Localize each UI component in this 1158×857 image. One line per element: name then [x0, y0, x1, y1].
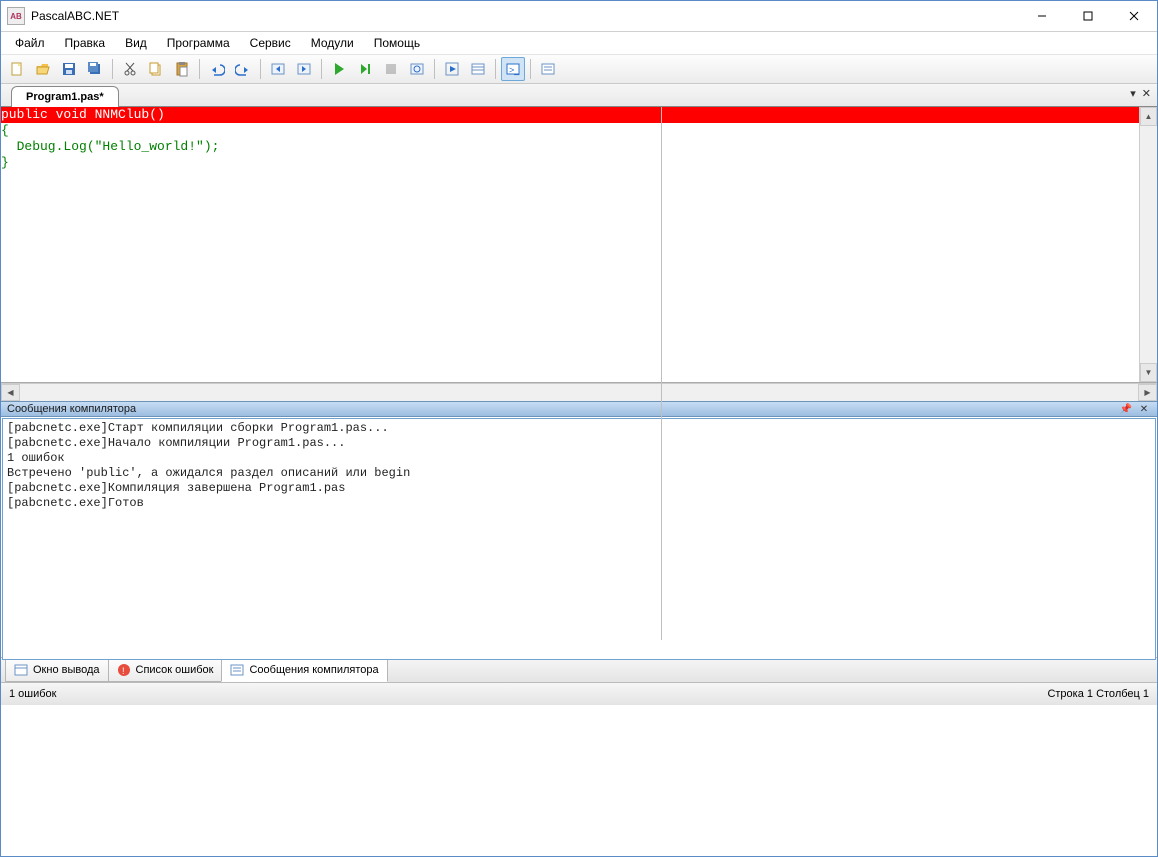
toolbar: >_ — [1, 55, 1157, 84]
compiler-line: Встречено 'public', а ожидался раздел оп… — [7, 466, 1151, 481]
output-tab[interactable]: Окно вывода — [5, 658, 109, 682]
save-icon[interactable] — [57, 57, 81, 81]
errors-tab-label: Список ошибок — [136, 664, 214, 676]
undo-icon[interactable] — [205, 57, 229, 81]
new-file-icon[interactable] — [5, 57, 29, 81]
editor-horizontal-scrollbar[interactable]: ◀ ▶ — [1, 383, 1157, 401]
bottom-tab-bar: Окно вывода ! Список ошибок Сообщения ко… — [1, 657, 1157, 682]
minimize-button[interactable] — [1019, 1, 1065, 31]
tab-close-icon[interactable]: ✕ — [1142, 87, 1151, 100]
compiler-tab-icon — [230, 663, 244, 677]
compiler-line: [pabcnetc.exe]Старт компиляции сборки Pr… — [7, 421, 1151, 436]
compiler-messages[interactable]: [pabcnetc.exe]Старт компиляции сборки Pr… — [2, 418, 1156, 660]
app-title: PascalABC.NET — [31, 9, 119, 23]
errors-tab[interactable]: ! Список ошибок — [108, 658, 223, 682]
menu-bar: Файл Правка Вид Программа Сервис Модули … — [1, 32, 1157, 55]
paste-icon[interactable] — [170, 57, 194, 81]
maximize-button[interactable] — [1065, 1, 1111, 31]
editor-region: public void NNMClub() { Debug.Log("Hello… — [1, 107, 1157, 657]
code-line-3: Debug.Log("Hello_world!"); — [1, 139, 1139, 155]
nav-back-icon[interactable] — [266, 57, 290, 81]
pin-icon[interactable]: 📌 — [1119, 402, 1133, 416]
svg-text:!: ! — [122, 666, 125, 676]
close-button[interactable] — [1111, 1, 1157, 31]
status-column: Столбец 1 — [1096, 688, 1149, 700]
save-all-icon[interactable] — [83, 57, 107, 81]
status-error-count: 1 ошибок — [9, 688, 57, 700]
code-line-1: public void NNMClub() — [1, 107, 165, 122]
redo-icon[interactable] — [231, 57, 255, 81]
menu-modules[interactable]: Модули — [301, 34, 364, 52]
svg-text:>_: >_ — [509, 65, 520, 75]
scroll-left-icon[interactable]: ◀ — [1, 384, 20, 401]
scroll-up-icon[interactable]: ▲ — [1140, 107, 1157, 126]
document-tab-bar: Program1.pas* ▾ ✕ — [1, 84, 1157, 107]
compiler-line: 1 ошибок — [7, 451, 1151, 466]
status-bar: 1 ошибок Строка 1 Столбец 1 — [1, 682, 1157, 705]
cut-icon[interactable] — [118, 57, 142, 81]
code-editor[interactable]: public void NNMClub() { Debug.Log("Hello… — [1, 107, 1139, 382]
output-window-icon[interactable]: >_ — [501, 57, 525, 81]
app-icon: AB — [7, 7, 25, 25]
run-icon[interactable] — [327, 57, 351, 81]
title-bar: AB PascalABC.NET — [1, 1, 1157, 32]
code-line-2: { — [1, 123, 1139, 139]
watch-icon[interactable] — [466, 57, 490, 81]
compiler-tab[interactable]: Сообщения компилятора — [221, 658, 387, 682]
panel-close-icon[interactable]: ✕ — [1137, 402, 1151, 416]
menu-service[interactable]: Сервис — [240, 34, 301, 52]
errors-window-icon[interactable] — [536, 57, 560, 81]
file-tab[interactable]: Program1.pas* — [11, 86, 119, 107]
code-line-4: } — [1, 155, 1139, 171]
editor-vertical-scrollbar[interactable]: ▲ ▼ — [1139, 107, 1157, 382]
output-tab-icon — [14, 663, 28, 677]
menu-file[interactable]: Файл — [5, 34, 55, 52]
output-tab-label: Окно вывода — [33, 664, 100, 676]
copy-icon[interactable] — [144, 57, 168, 81]
compiler-panel-header: Сообщения компилятора 📌 ✕ — [1, 401, 1157, 417]
compiler-line: [pabcnetc.exe]Готов — [7, 496, 1151, 511]
menu-edit[interactable]: Правка — [55, 34, 116, 52]
compiler-line: [pabcnetc.exe]Компиляция завершена Progr… — [7, 481, 1151, 496]
compiler-panel-title: Сообщения компилятора — [7, 403, 136, 415]
compile-icon[interactable] — [405, 57, 429, 81]
errors-tab-icon: ! — [117, 663, 131, 677]
scroll-right-icon[interactable]: ▶ — [1138, 384, 1157, 401]
editor-split-divider[interactable] — [661, 107, 662, 640]
file-tab-label: Program1.pas* — [26, 91, 104, 103]
open-file-icon[interactable] — [31, 57, 55, 81]
nav-forward-icon[interactable] — [292, 57, 316, 81]
menu-help[interactable]: Помощь — [364, 34, 430, 52]
scroll-down-icon[interactable]: ▼ — [1140, 363, 1157, 382]
tab-dropdown-icon[interactable]: ▾ — [1130, 87, 1136, 100]
stop-icon[interactable] — [379, 57, 403, 81]
step-icon[interactable] — [353, 57, 377, 81]
compiler-tab-label: Сообщения компилятора — [249, 664, 378, 676]
status-line: Строка 1 — [1047, 688, 1093, 700]
compiler-line: [pabcnetc.exe]Начало компиляции Program1… — [7, 436, 1151, 451]
menu-program[interactable]: Программа — [157, 34, 240, 52]
menu-view[interactable]: Вид — [115, 34, 157, 52]
app-window: AB PascalABC.NET Файл Правка Вид Програм… — [0, 0, 1158, 857]
breakpoint-icon[interactable] — [440, 57, 464, 81]
